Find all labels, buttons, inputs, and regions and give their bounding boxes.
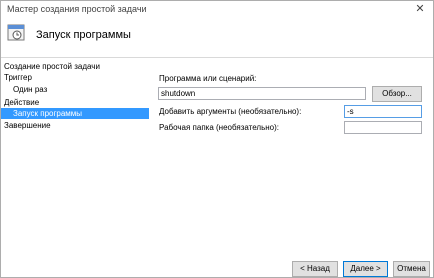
- title-bar: Мастер создания простой задачи ✕: [1, 1, 433, 17]
- program-input[interactable]: [158, 87, 366, 100]
- step-action: Действие: [4, 98, 40, 107]
- scheduler-task-icon: [7, 24, 25, 41]
- next-button[interactable]: Далее >: [343, 261, 388, 277]
- wizard-footer: < Назад Далее > Отмена: [1, 253, 433, 277]
- close-icon[interactable]: ✕: [413, 2, 427, 16]
- wizard-window: Мастер создания простой задачи ✕ Запуск …: [0, 0, 434, 278]
- program-label: Программа или сценарий:: [159, 74, 257, 83]
- workdir-label: Рабочая папка (необязательно):: [159, 123, 280, 132]
- action-form: Программа или сценарий: Обзор... Добавит…: [158, 59, 428, 253]
- step-once: Один раз: [13, 85, 48, 94]
- cancel-button[interactable]: Отмена: [393, 261, 430, 277]
- arguments-label: Добавить аргументы (необязательно):: [159, 107, 302, 116]
- page-title: Запуск программы: [36, 29, 131, 41]
- workdir-input[interactable]: [344, 121, 422, 134]
- window-title: Мастер создания простой задачи: [7, 4, 147, 14]
- step-create-task: Создание простой задачи: [4, 62, 100, 71]
- steps-list: Создание простой задачи Триггер Один раз…: [1, 59, 149, 253]
- step-start-program: Запуск программы: [1, 108, 149, 119]
- browse-button[interactable]: Обзор...: [372, 86, 422, 102]
- step-trigger: Триггер: [4, 73, 32, 82]
- step-finish: Завершение: [4, 121, 51, 130]
- back-button[interactable]: < Назад: [292, 261, 338, 277]
- wizard-header: Запуск программы: [1, 17, 433, 58]
- wizard-content: Создание простой задачи Триггер Один раз…: [1, 59, 433, 253]
- arguments-input[interactable]: [344, 105, 422, 118]
